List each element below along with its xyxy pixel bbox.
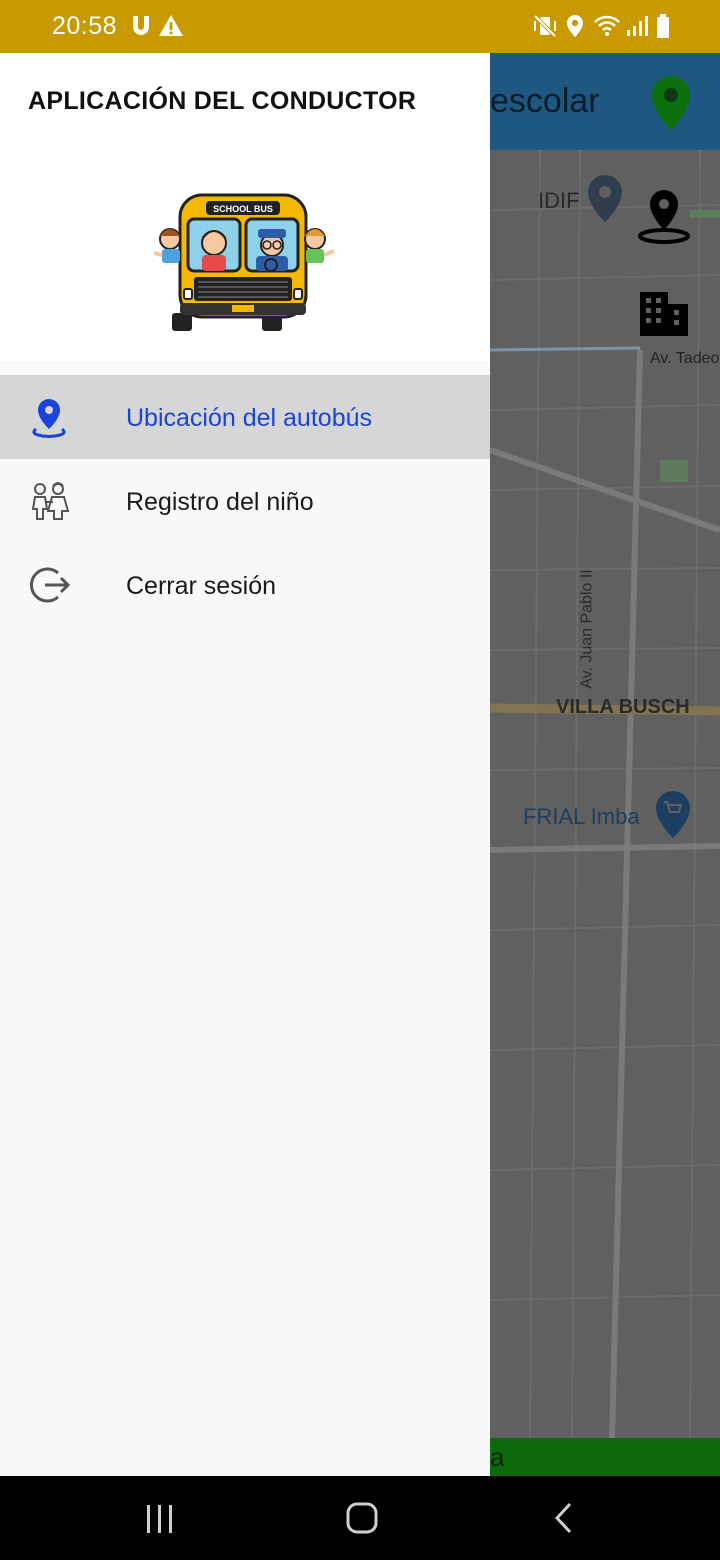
u-notification-icon [133,16,149,35]
children-icon [31,482,70,520]
wifi-icon [594,15,620,36]
drawer-title: APLICACIÓN DEL CONDUCTOR [28,87,417,115]
drawer-item-label: Cerrar sesión [126,572,277,600]
map-label-idif: IDIF [538,188,580,213]
system-nav-bar [0,1476,720,1560]
drawer-item-label: Registro del niño [126,488,314,516]
navigation-drawer: APLICACIÓN DEL CONDUCTOR SCHOOL BUS Ubic… [0,53,490,1476]
shopping-pin-icon [656,791,690,838]
map-marker-icon [652,76,690,130]
logout-icon [29,567,70,603]
school-bus-logo: SCHOOL BUS [153,193,335,331]
battery-icon [657,14,669,38]
recent-apps-icon[interactable] [142,1502,178,1536]
mute-vibrate-icon [533,14,557,38]
status-time: 20:58 [52,12,118,40]
home-icon[interactable] [344,1500,380,1536]
drawer-item-label: Ubicación del autobús [126,404,372,432]
map-label-juan-pablo: Av. Juan Pablo II [578,569,596,689]
svg-text:SCHOOL BUS: SCHOOL BUS [213,204,273,214]
background-app-title: escolar [490,82,600,120]
drawer-item-logout[interactable]: Cerrar sesión [0,543,490,627]
location-pin-icon [32,399,66,438]
place-marker-icon[interactable] [636,188,692,246]
background-bottom-text: a [490,1442,505,1472]
status-bar: 20:58 [0,0,720,53]
map-pin-icon [588,175,622,222]
signal-icon [627,16,648,36]
drawer-header: APLICACIÓN DEL CONDUCTOR SCHOOL BUS [0,53,490,361]
building-icon[interactable] [638,290,690,336]
warning-icon [159,15,183,36]
location-icon [567,15,583,37]
drawer-item-child-registry[interactable]: Registro del niño [0,459,490,543]
drawer-item-bus-location[interactable]: Ubicación del autobús [0,375,490,459]
map-label-frial: FRIAL Imba [523,804,640,829]
back-icon[interactable] [548,1500,582,1536]
map-label-villa-busch: VILLA BUSCH [556,696,690,718]
map-label-tadeo: Av. Tadeo H [650,350,720,367]
